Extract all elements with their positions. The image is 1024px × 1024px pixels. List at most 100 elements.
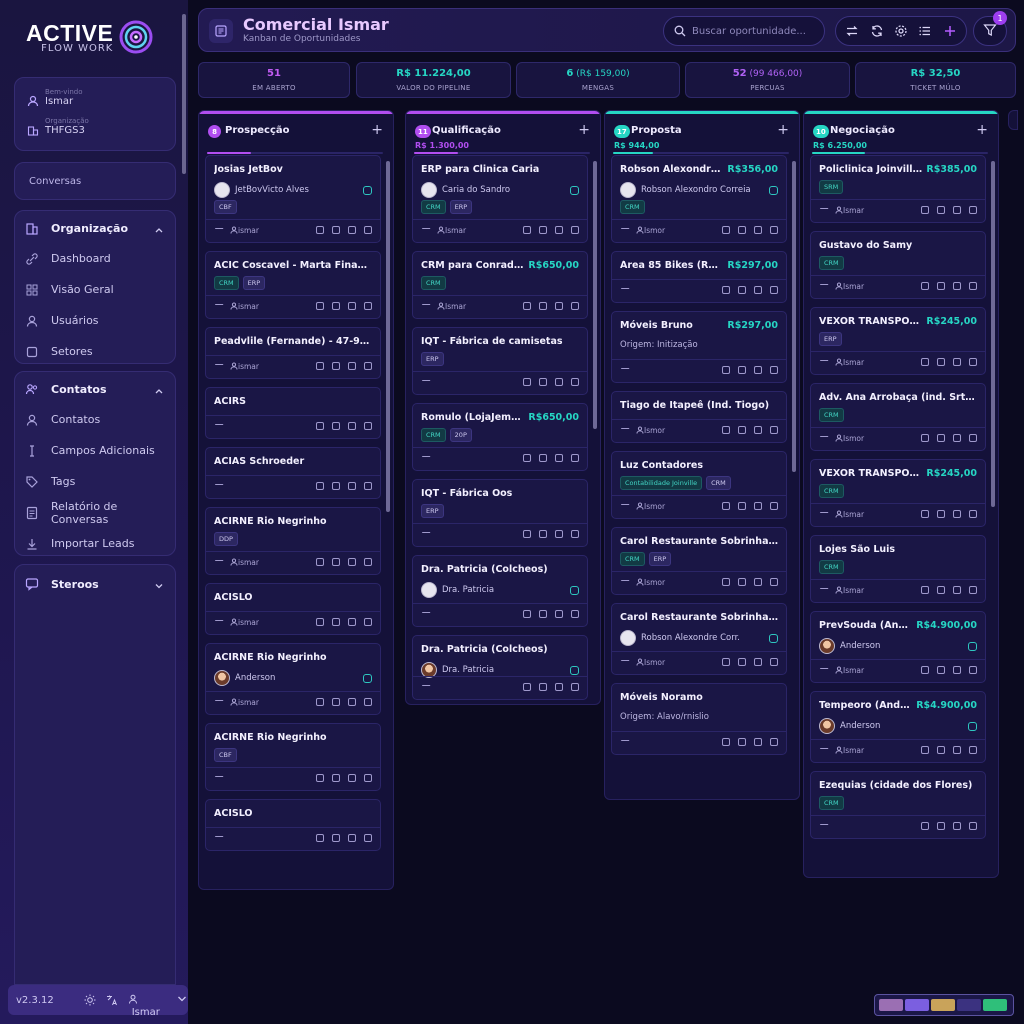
settings-icon[interactable]: [894, 24, 908, 38]
flag-icon[interactable]: [969, 206, 977, 214]
task-icon[interactable]: [348, 558, 356, 566]
opportunity-card[interactable]: Móveis Bruno R$297,00 Origem: Initização: [611, 311, 787, 383]
note-icon[interactable]: [539, 683, 547, 691]
task-icon[interactable]: [555, 454, 563, 462]
note-icon[interactable]: [332, 226, 340, 234]
note-icon[interactable]: [539, 530, 547, 538]
calendar-icon[interactable]: [921, 282, 929, 290]
stat-card[interactable]: 6 (R$ 159,00) MENGAS: [516, 62, 680, 98]
calendar-icon[interactable]: [921, 206, 929, 214]
note-icon[interactable]: [937, 822, 945, 830]
stat-card[interactable]: R$ 32,50 TICKET MÚLO: [855, 62, 1016, 98]
task-icon[interactable]: [348, 422, 356, 430]
note-icon[interactable]: [937, 746, 945, 754]
flag-icon[interactable]: [571, 454, 579, 462]
calendar-icon[interactable]: [722, 738, 730, 746]
note-icon[interactable]: [937, 206, 945, 214]
flag-icon[interactable]: [770, 426, 778, 434]
note-icon[interactable]: [332, 698, 340, 706]
sidebar-item-setores[interactable]: Setores: [15, 336, 175, 367]
opportunity-card[interactable]: Robson Alexondre C...R$356,00Robson Alex…: [611, 155, 787, 243]
flag-icon[interactable]: [364, 226, 372, 234]
calendar-icon[interactable]: [921, 746, 929, 754]
note-icon[interactable]: [738, 578, 746, 586]
color-swatch[interactable]: [905, 999, 929, 1011]
task-icon[interactable]: [555, 530, 563, 538]
flag-icon[interactable]: [770, 286, 778, 294]
stat-card[interactable]: 52 (99 466,00) PERCUAS: [685, 62, 850, 98]
whatsapp-icon[interactable]: [769, 633, 778, 643]
task-icon[interactable]: [754, 578, 762, 586]
calendar-icon[interactable]: [921, 358, 929, 366]
calendar-icon[interactable]: [316, 618, 324, 626]
whatsapp-icon[interactable]: [363, 185, 372, 195]
calendar-icon[interactable]: [316, 302, 324, 310]
task-icon[interactable]: [348, 698, 356, 706]
flag-icon[interactable]: [770, 226, 778, 234]
calendar-icon[interactable]: [722, 426, 730, 434]
task-icon[interactable]: [953, 822, 961, 830]
flag-icon[interactable]: [969, 746, 977, 754]
task-icon[interactable]: [348, 774, 356, 782]
note-icon[interactable]: [937, 510, 945, 518]
note-icon[interactable]: [332, 774, 340, 782]
swap-icon[interactable]: [845, 24, 859, 38]
task-icon[interactable]: [953, 510, 961, 518]
note-icon[interactable]: [937, 434, 945, 442]
task-icon[interactable]: [348, 834, 356, 842]
flag-icon[interactable]: [770, 738, 778, 746]
calendar-icon[interactable]: [523, 378, 531, 386]
opportunity-card[interactable]: ACISLO: [205, 799, 381, 851]
add-card-button[interactable]: +: [777, 122, 789, 138]
flag-icon[interactable]: [364, 302, 372, 310]
flag-icon[interactable]: [969, 666, 977, 674]
task-icon[interactable]: [555, 610, 563, 618]
whatsapp-icon[interactable]: [363, 673, 372, 683]
note-icon[interactable]: [332, 422, 340, 430]
flag-icon[interactable]: [969, 358, 977, 366]
task-icon[interactable]: [754, 738, 762, 746]
flag-icon[interactable]: [571, 302, 579, 310]
flag-icon[interactable]: [364, 558, 372, 566]
sidebar-item-usuarios[interactable]: Usuários: [15, 305, 175, 336]
note-icon[interactable]: [539, 302, 547, 310]
whatsapp-icon[interactable]: [570, 665, 579, 675]
calendar-icon[interactable]: [523, 226, 531, 234]
note-icon[interactable]: [738, 426, 746, 434]
note-icon[interactable]: [937, 586, 945, 594]
calendar-icon[interactable]: [921, 510, 929, 518]
note-icon[interactable]: [937, 358, 945, 366]
note-icon[interactable]: [738, 366, 746, 374]
sidebar-item-dashboard[interactable]: Dashboard: [15, 243, 175, 274]
opportunity-card[interactable]: ACIRS: [205, 387, 381, 439]
sidebar-item-campos-adicionais[interactable]: Campos Adicionais: [15, 435, 175, 466]
calendar-icon[interactable]: [722, 286, 730, 294]
task-icon[interactable]: [754, 366, 762, 374]
opportunity-card[interactable]: CRM para Conrado (L... R$650,00 CRM Ismar: [412, 251, 588, 319]
color-swatch[interactable]: [983, 999, 1007, 1011]
opportunity-card[interactable]: ERP para Clinica Caria Caria do Sandro CRM…: [412, 155, 588, 243]
opportunity-card[interactable]: IQT - Fábrica Oos ERP: [412, 479, 588, 547]
note-icon[interactable]: [738, 738, 746, 746]
note-icon[interactable]: [937, 282, 945, 290]
opportunity-card[interactable]: PrevSouda (Anderson) R$4.900,00 Anderson I…: [810, 611, 986, 683]
calendar-icon[interactable]: [921, 434, 929, 442]
flag-icon[interactable]: [364, 362, 372, 370]
opportunity-card[interactable]: Adv. Ana Arrobaça (ind. Srtivei)... CRM I…: [810, 383, 986, 451]
calendar-icon[interactable]: [316, 558, 324, 566]
calendar-icon[interactable]: [316, 422, 324, 430]
column-scrollbar[interactable]: [792, 161, 796, 472]
calendar-icon[interactable]: [921, 586, 929, 594]
opportunity-card[interactable]: Romulo (LojaJemar)... R$650,00 CRM20P: [412, 403, 588, 471]
task-icon[interactable]: [953, 586, 961, 594]
search-input[interactable]: [692, 25, 812, 37]
opportunity-card[interactable]: Ezequias (cidade dos Flores) CRM: [810, 771, 986, 839]
opportunity-card[interactable]: Móveis Noramo Origem: Alavo/rnislio: [611, 683, 787, 755]
chevron-up-icon[interactable]: [155, 224, 163, 233]
note-icon[interactable]: [332, 618, 340, 626]
user-card[interactable]: Bem-vindo Ismar Organização THFGS3: [14, 77, 176, 151]
flag-icon[interactable]: [969, 586, 977, 594]
opportunity-card[interactable]: Tempeoro (Anderson) R$4.900,00 Anderson Is…: [810, 691, 986, 763]
task-icon[interactable]: [953, 206, 961, 214]
opportunity-card[interactable]: Carol Restaurante Sobrinha Je... CRM ERP I…: [611, 527, 787, 595]
